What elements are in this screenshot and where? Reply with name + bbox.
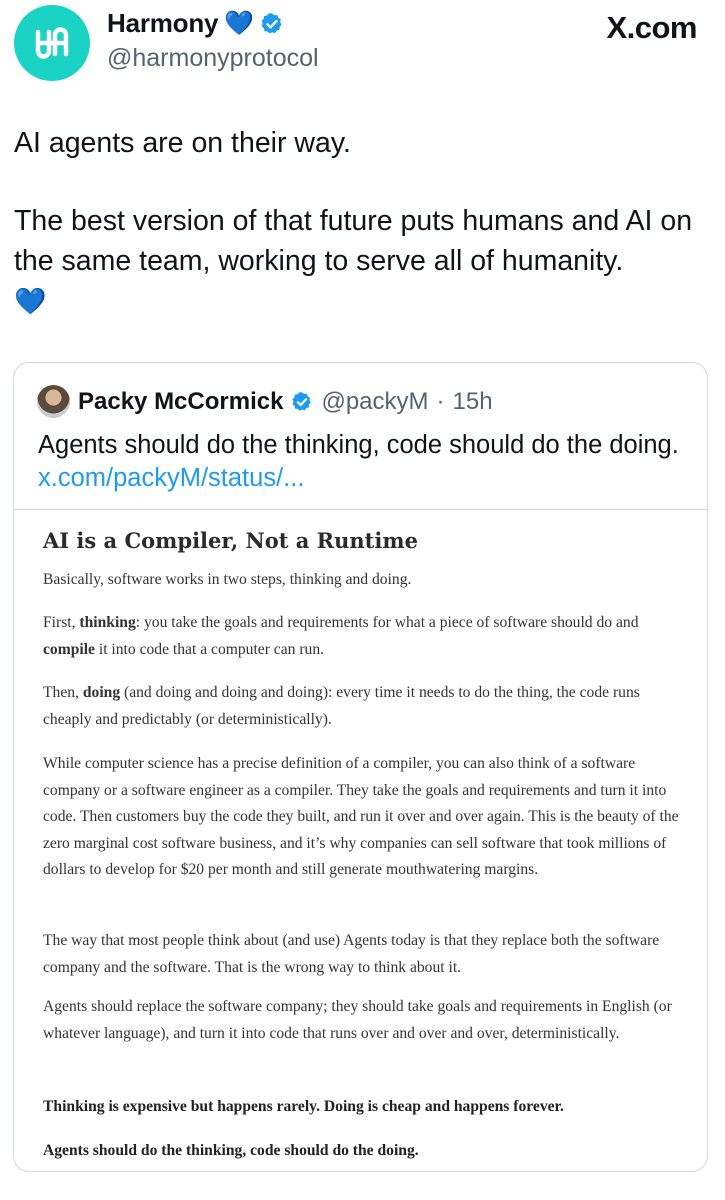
- tweet-line-1: AI agents are on their way.: [14, 127, 351, 159]
- verified-badge-icon: [261, 12, 282, 33]
- author-handle[interactable]: @harmonyprotocol: [107, 44, 319, 73]
- quoted-author-name[interactable]: Packy McCormick: [78, 388, 283, 416]
- article-paragraph-3: Then, doing (and doing and doing and doi…: [43, 680, 683, 733]
- dot-separator: ·: [436, 387, 445, 415]
- tweet-line-2: The best version of that future puts hum…: [14, 205, 693, 277]
- quoted-tweet-card[interactable]: Packy McCormick @packyM · 15h Agents sho…: [13, 362, 708, 1172]
- quoted-tweet-text: Agents should do the thinking, code shou…: [38, 429, 688, 495]
- harmony-logo-icon: [35, 27, 69, 59]
- article-paragraph-2: First, thinking: you take the goals and …: [43, 610, 683, 663]
- p2-text-mid: : you take the goals and requirements fo…: [135, 614, 639, 631]
- author-name-row: Harmony 💙: [107, 8, 284, 39]
- article-paragraph-7: Thinking is expensive but happens rarely…: [43, 1098, 564, 1115]
- x-com-logo: X.com: [606, 10, 697, 45]
- article-screenshot[interactable]: AI is a Compiler, Not a Runtime Basicall…: [14, 509, 707, 1171]
- quoted-tweet-header: Packy McCormick @packyM · 15h: [37, 385, 493, 418]
- article-title: AI is a Compiler, Not a Runtime: [43, 528, 418, 553]
- quoted-tweet-time[interactable]: 15h: [453, 388, 493, 416]
- article-paragraph-8: Agents should do the thinking, code shou…: [43, 1142, 419, 1159]
- p2-text-post: it into code that a computer can run.: [94, 640, 325, 658]
- article-paragraph-1: Basically, software works in two steps, …: [43, 571, 412, 588]
- p2-bold-compile: compile: [43, 640, 95, 658]
- quoted-status-link[interactable]: x.com/packyM/status/...: [38, 464, 304, 492]
- tweet-body: AI agents are on their way. The best ver…: [14, 123, 714, 321]
- packy-avatar[interactable]: [37, 385, 70, 418]
- p2-text-pre: First,: [43, 614, 80, 631]
- p3-bold-doing: doing: [82, 684, 121, 701]
- tweet-header: Harmony 💙 @harmonyprotocol X.com: [0, 0, 725, 100]
- quoted-text: Agents should do the thinking, code shou…: [38, 431, 679, 459]
- article-paragraph-5: The way that most people think about (an…: [43, 932, 660, 976]
- p3-text-post: (and doing and doing and doing): every t…: [43, 684, 640, 728]
- harmony-avatar[interactable]: [14, 5, 90, 81]
- blue-heart-icon: 💙: [14, 286, 47, 316]
- quoted-author-handle[interactable]: @packyM: [321, 388, 428, 416]
- author-name[interactable]: Harmony: [107, 8, 218, 39]
- article-paragraph-6: Agents should replace the software compa…: [43, 998, 672, 1042]
- article-paragraph-4: While computer science has a precise def…: [43, 755, 679, 878]
- p3-text-pre: Then,: [43, 684, 83, 701]
- verified-badge-icon: [292, 391, 312, 411]
- blue-heart-icon: 💙: [224, 9, 255, 37]
- p2-bold-thinking: thinking: [79, 614, 136, 631]
